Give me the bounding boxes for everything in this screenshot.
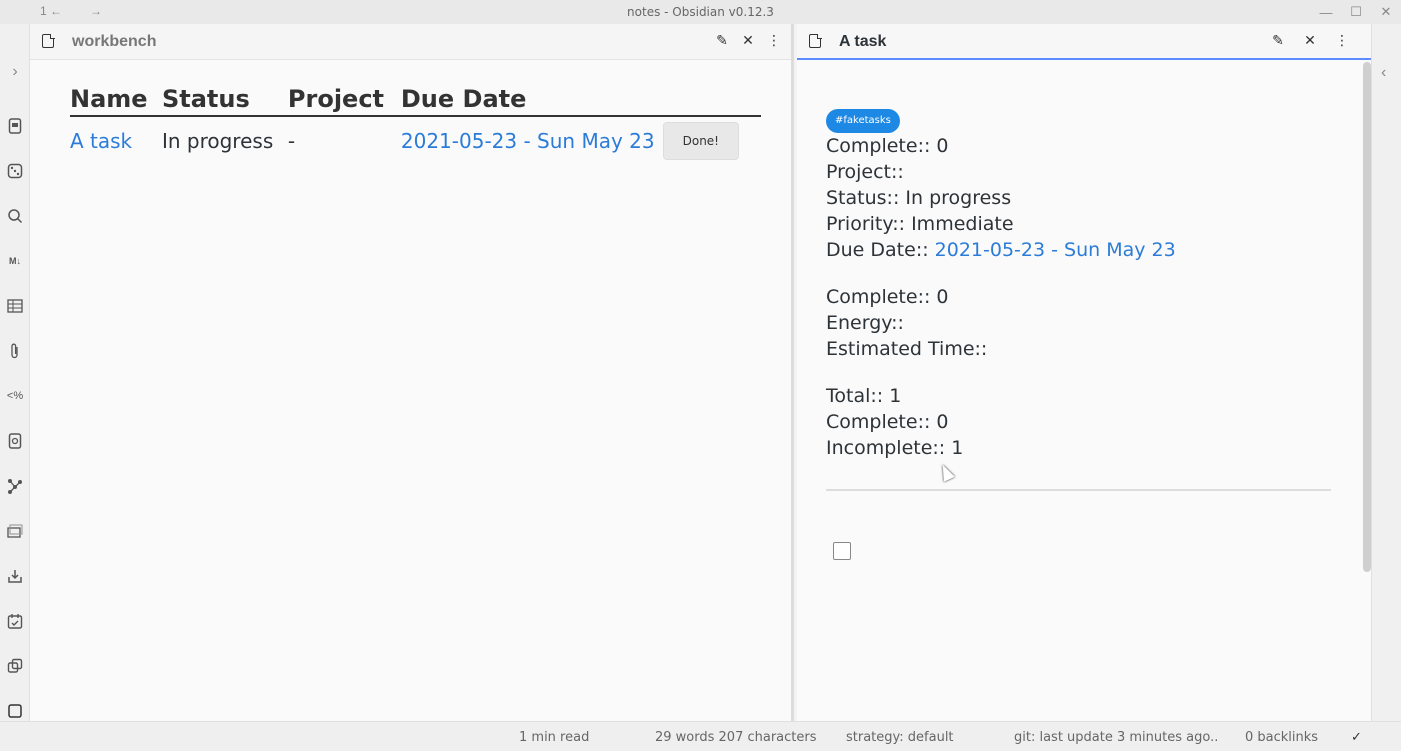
field-due-date: Due Date:: 2021-05-23 - Sun May 23 <box>826 237 1331 263</box>
edit-icon[interactable]: ✎ <box>715 32 729 49</box>
status-bar: 1 min read 29 words 207 characters strat… <box>0 721 1401 751</box>
fields-block-1: Complete:: 0 Project:: Status:: In progr… <box>826 133 1331 263</box>
reading-time: 1 min read <box>519 730 590 745</box>
word-count: 29 words 207 characters <box>655 730 817 745</box>
maximize-button[interactable]: ☐ <box>1341 0 1371 24</box>
expand-sidebar-icon[interactable]: › <box>5 62 25 82</box>
more-options-icon[interactable]: ⋮ <box>767 32 781 49</box>
field-priority: Priority:: Immediate <box>826 213 1014 235</box>
table-header-row: Name Status Project Due Date <box>70 82 761 117</box>
more-options-icon[interactable]: ⋮ <box>1335 32 1349 49</box>
file-icon <box>809 33 822 48</box>
window-controls: — ☐ ✕ <box>1311 0 1401 24</box>
workbench-pane: workbench ✎ ✕ ⋮ Name Status Project Due … <box>30 24 794 721</box>
import-icon[interactable] <box>5 566 25 586</box>
scrollbar[interactable] <box>1363 62 1371 572</box>
square-icon[interactable] <box>5 701 25 721</box>
header-project[interactable]: Project <box>287 82 401 117</box>
field-complete: Complete:: 0 <box>826 411 949 433</box>
pane-title: A task <box>839 33 887 50</box>
task-note-pane: A task ✎ ✕ ⋮ #faketasks Complete:: 0 Pro… <box>797 24 1371 721</box>
close-window-button[interactable]: ✕ <box>1371 0 1401 24</box>
collapse-right-sidebar-icon[interactable]: ‹ <box>1381 64 1386 82</box>
task-due-date[interactable]: 2021-05-23 - Sun May 23 <box>401 129 655 153</box>
title-bar: 1 ← → notes - Obsidian v0.12.3 — ☐ ✕ <box>0 0 1401 24</box>
dice-icon[interactable] <box>5 161 25 181</box>
graph-icon[interactable] <box>5 476 25 496</box>
calendar-check-icon[interactable] <box>5 611 25 631</box>
pane-title: workbench <box>72 33 157 50</box>
field-status: Status:: In progress <box>826 187 1012 209</box>
close-icon[interactable]: ✕ <box>1303 32 1317 49</box>
note-content: #faketasks Complete:: 0 Project:: Status… <box>826 104 1331 560</box>
window-title: notes - Obsidian v0.12.3 <box>627 5 774 19</box>
pane-actions: ✎ ✕ ⋮ <box>1271 32 1349 49</box>
open-note-icon[interactable] <box>5 116 25 136</box>
field-complete: Complete:: 0 <box>826 135 949 157</box>
tag-badge[interactable]: #faketasks <box>826 109 900 133</box>
field-complete: Complete:: 0 <box>826 286 949 308</box>
field-total: Total:: 1 <box>826 385 902 407</box>
table-icon[interactable] <box>5 296 25 316</box>
left-ribbon: › M↓ <% <box>0 24 30 721</box>
task-pane-header: A task ✎ ✕ ⋮ <box>797 24 1371 60</box>
done-button[interactable]: Done! <box>662 122 739 160</box>
task-project: - <box>287 129 296 153</box>
fields-block-2: Complete:: 0 Energy:: Estimated Time:: <box>826 284 1331 362</box>
field-project: Project:: <box>826 161 904 183</box>
edit-icon[interactable]: ✎ <box>1271 32 1285 49</box>
right-sidebar-rail: ‹ <box>1371 24 1401 721</box>
copy-icon[interactable] <box>5 656 25 676</box>
header-name[interactable]: Name <box>70 82 162 117</box>
search-icon[interactable] <box>5 206 25 226</box>
sync-check-icon[interactable]: ✓ <box>1351 730 1362 745</box>
field-incomplete: Incomplete:: 1 <box>826 437 964 459</box>
paperclip-icon[interactable] <box>5 341 25 361</box>
field-energy: Energy:: <box>826 312 904 334</box>
header-due-date[interactable]: Due Date <box>400 82 663 117</box>
backlinks-count[interactable]: 0 backlinks <box>1245 730 1318 745</box>
field-estimated-time: Estimated Time:: <box>826 338 988 360</box>
task-checkbox[interactable] <box>833 542 851 560</box>
template-icon[interactable]: <% <box>5 386 25 406</box>
dataview-table: Name Status Project Due Date A task In p… <box>70 82 761 165</box>
task-link[interactable]: A task <box>70 129 132 153</box>
minimize-button[interactable]: — <box>1311 0 1341 24</box>
workbench-pane-header: workbench ✎ ✕ ⋮ <box>30 24 791 60</box>
strategy-status[interactable]: strategy: default <box>846 730 954 745</box>
close-icon[interactable]: ✕ <box>741 32 755 49</box>
pane-actions: ✎ ✕ ⋮ <box>715 32 781 49</box>
fields-block-3: Total:: 1 Complete:: 0 Incomplete:: 1 <box>826 383 1331 461</box>
due-date-link[interactable]: 2021-05-23 - Sun May 23 <box>935 239 1176 261</box>
due-date-label: Due Date:: <box>826 239 935 261</box>
markdown-icon[interactable]: M↓ <box>5 251 25 271</box>
header-status[interactable]: Status <box>161 82 288 117</box>
divider <box>826 489 1331 491</box>
table-row: A task In progress - 2021-05-23 - Sun Ma… <box>70 116 761 165</box>
git-status[interactable]: git: last update 3 minutes ago.. <box>1014 730 1218 745</box>
header-action <box>662 82 761 117</box>
task-status: In progress <box>161 129 274 153</box>
file-icon <box>42 33 55 48</box>
cards-icon[interactable] <box>5 521 25 541</box>
doc-search-icon[interactable] <box>5 431 25 451</box>
